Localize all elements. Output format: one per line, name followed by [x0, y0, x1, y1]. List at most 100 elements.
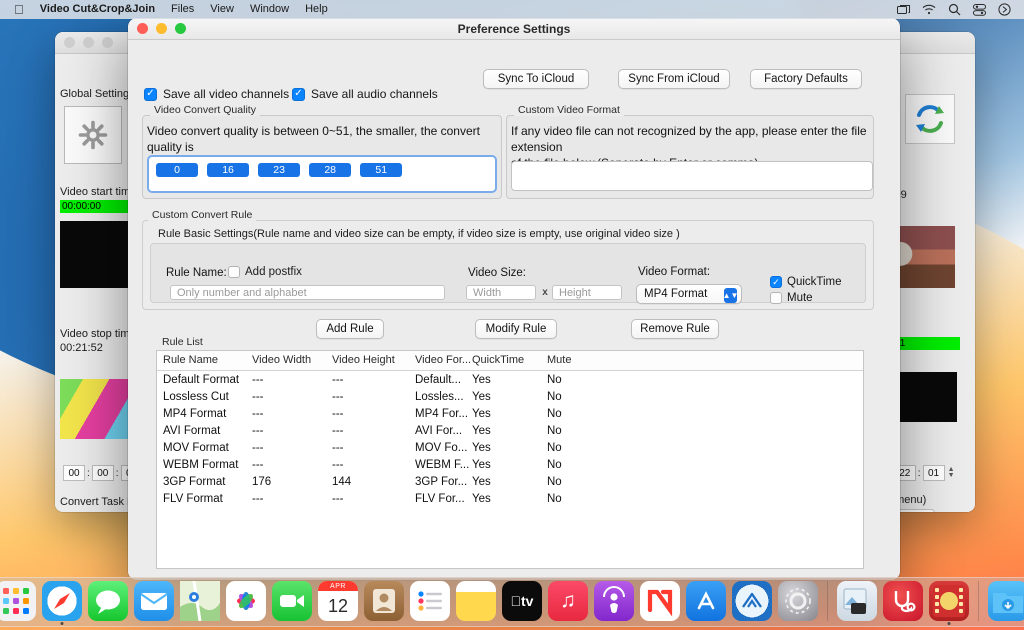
- add-postfix-checkbox[interactable]: Add postfix: [228, 266, 302, 278]
- menu-item-window[interactable]: Window: [242, 0, 297, 19]
- modify-rule-button[interactable]: Modify Rule: [475, 319, 557, 339]
- refresh-button[interactable]: [905, 94, 955, 144]
- dock-item-preview[interactable]: [837, 581, 877, 621]
- quality-token[interactable]: 16: [207, 163, 249, 177]
- start-minutes-field[interactable]: 00: [92, 465, 114, 481]
- apple-logo-icon[interactable]: : [8, 0, 32, 19]
- messages-bubble-icon: [88, 581, 128, 621]
- stop-seconds-field[interactable]: 01: [923, 465, 945, 481]
- stethoscope-icon: [883, 581, 923, 621]
- stop-time-stepper-arrows[interactable]: ▲▼: [948, 467, 955, 479]
- table-row[interactable]: AVI Format --- --- AVI For... Yes No: [157, 422, 863, 439]
- table-row[interactable]: Lossless Cut --- --- Lossles... Yes No: [157, 388, 863, 405]
- search-icon[interactable]: [942, 0, 966, 19]
- dock-item-launchpad[interactable]: [0, 581, 36, 621]
- cell-quicktime: Yes: [472, 456, 547, 473]
- menu-item-help[interactable]: Help: [297, 0, 336, 19]
- quality-token[interactable]: 23: [258, 163, 300, 177]
- mute-checkbox[interactable]: Mute: [770, 292, 813, 304]
- save-all-video-channels-checkbox[interactable]: ✓ Save all video channels: [144, 87, 289, 101]
- video-format-select[interactable]: MP4 Format ▲▼: [636, 284, 742, 304]
- sync-from-icloud-button[interactable]: Sync From iCloud: [618, 69, 730, 89]
- dock-item-messages[interactable]: [88, 581, 128, 621]
- menu-item-view[interactable]: View: [202, 0, 242, 19]
- start-hours-field[interactable]: 00: [63, 465, 85, 481]
- video-width-input[interactable]: Width: [466, 285, 536, 300]
- dock-item-safari[interactable]: [42, 581, 82, 621]
- dock-item-photos[interactable]: [226, 581, 266, 621]
- cell-video-height: ---: [332, 439, 415, 456]
- bg-zoom-button[interactable]: [102, 37, 113, 48]
- table-row[interactable]: 3GP Format 176 144 3GP For... Yes No: [157, 473, 863, 490]
- video-format-value: MP4 Format: [644, 288, 707, 300]
- custom-video-format-input[interactable]: [511, 161, 873, 191]
- dock-item-video-cut-crop-join[interactable]: [929, 581, 969, 621]
- maps-icon: [180, 581, 220, 621]
- bg-close-button[interactable]: [64, 37, 75, 48]
- dock-item-podcasts[interactable]: [594, 581, 634, 621]
- screen-mirroring-icon[interactable]: [892, 0, 916, 19]
- global-settings-gear-button[interactable]: [64, 106, 122, 164]
- music-note-icon: ♫: [548, 581, 588, 621]
- column-header-quicktime[interactable]: QuickTime: [472, 351, 547, 371]
- cell-video-height: ---: [332, 388, 415, 405]
- dock-item-tv[interactable]: tv: [502, 581, 542, 621]
- add-rule-button[interactable]: Add Rule: [316, 319, 384, 339]
- dock-item-appstore[interactable]: [686, 581, 726, 621]
- dock-item-notes[interactable]: [456, 581, 496, 621]
- downloads-folder-icon: [988, 581, 1024, 621]
- menu-app-name[interactable]: Video Cut&Crop&Join: [32, 0, 163, 19]
- menu-item-files[interactable]: Files: [163, 0, 202, 19]
- dock-item-system-preferences[interactable]: [778, 581, 818, 621]
- dock-item-reminders[interactable]: [410, 581, 450, 621]
- control-center-icon[interactable]: [967, 0, 991, 19]
- rule-list-group-title: Rule List: [158, 336, 207, 348]
- siri-icon[interactable]: [992, 0, 1016, 19]
- cell-video-height: ---: [332, 456, 415, 473]
- save-all-audio-channels-checkbox[interactable]: ✓ Save all audio channels: [292, 87, 438, 101]
- column-header-video-width[interactable]: Video Width: [252, 351, 332, 371]
- dock-item-news[interactable]: [640, 581, 680, 621]
- dock[interactable]: ☺: [0, 577, 1024, 627]
- table-row[interactable]: MP4 Format --- --- MP4 For... Yes No: [157, 405, 863, 422]
- table-row[interactable]: FLV Format --- --- FLV For... Yes No: [157, 490, 863, 507]
- video-height-input[interactable]: Height: [552, 285, 622, 300]
- quality-token[interactable]: 28: [309, 163, 351, 177]
- contacts-icon: [364, 581, 404, 621]
- table-row[interactable]: MOV Format --- --- MOV Fo... Yes No: [157, 439, 863, 456]
- column-header-mute[interactable]: Mute: [547, 351, 627, 371]
- sync-to-icloud-button[interactable]: Sync To iCloud: [483, 69, 589, 89]
- cvf-help-line-1: If any video file can not recognized by …: [511, 123, 873, 155]
- rule-list-table[interactable]: Rule Name Video Width Video Height Video…: [156, 350, 864, 569]
- factory-defaults-button[interactable]: Factory Defaults: [750, 69, 862, 89]
- column-header-video-height[interactable]: Video Height: [332, 351, 415, 371]
- cell-mute: No: [547, 439, 627, 456]
- preference-settings-dialog[interactable]: Preference Settings Sync To iCloud Sync …: [128, 18, 900, 580]
- table-row[interactable]: Default Format --- --- Default... Yes No: [157, 371, 863, 389]
- save-all-audio-channels-label: Save all audio channels: [311, 87, 438, 101]
- column-header-video-format[interactable]: Video For...: [415, 351, 472, 371]
- cell-mute: No: [547, 490, 627, 507]
- quality-token[interactable]: 0: [156, 163, 198, 177]
- news-icon: [640, 581, 680, 621]
- dock-item-music[interactable]: ♫: [548, 581, 588, 621]
- column-header-rule-name[interactable]: Rule Name: [157, 351, 252, 371]
- rule-name-input[interactable]: Only number and alphabet: [170, 285, 445, 300]
- quicktime-checkbox[interactable]: ✓ QuickTime: [770, 276, 842, 288]
- bg-minimize-button[interactable]: [83, 37, 94, 48]
- wifi-icon[interactable]: [917, 0, 941, 19]
- global-setting-label: Global Setting: [60, 88, 129, 100]
- dock-item-downloads[interactable]: [988, 581, 1024, 621]
- dock-item-facetime[interactable]: [272, 581, 312, 621]
- table-row[interactable]: WEBM Format --- --- WEBM F... Yes No: [157, 456, 863, 473]
- table-header-row: Rule Name Video Width Video Height Video…: [157, 351, 863, 371]
- dock-item-calendar[interactable]: APR 12: [318, 581, 358, 621]
- dock-item-mail[interactable]: [134, 581, 174, 621]
- quality-token[interactable]: 51: [360, 163, 402, 177]
- dock-item-health[interactable]: [883, 581, 923, 621]
- dock-item-arc[interactable]: [732, 581, 772, 621]
- dock-item-contacts[interactable]: [364, 581, 404, 621]
- remove-rule-button[interactable]: Remove Rule: [631, 319, 719, 339]
- video-quality-token-field[interactable]: 0 16 23 28 51: [147, 155, 497, 193]
- dock-item-maps[interactable]: [180, 581, 220, 621]
